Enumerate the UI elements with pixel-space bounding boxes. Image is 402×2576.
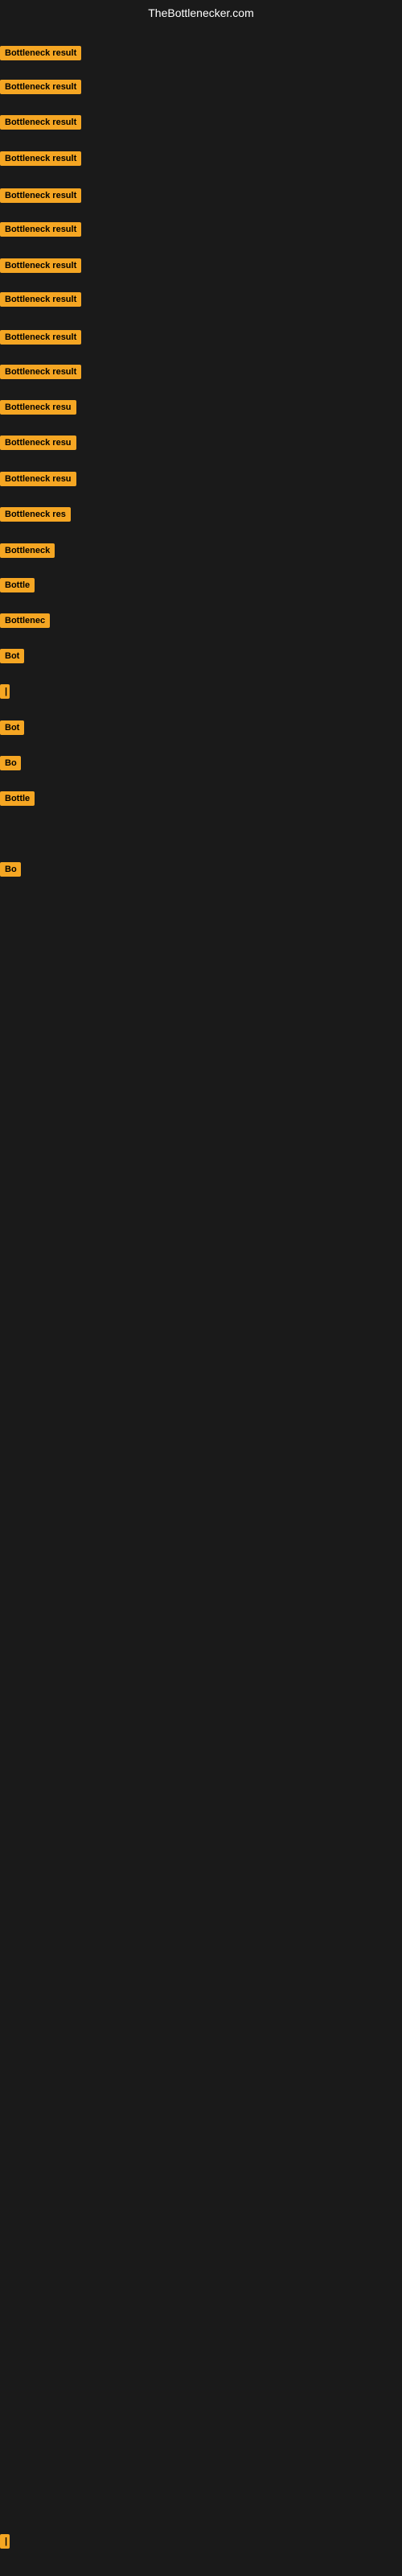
badge-container-8: Bottleneck result — [0, 292, 81, 311]
badge-container-2: Bottleneck result — [0, 80, 81, 98]
bottleneck-result-badge-7[interactable]: Bottleneck result — [0, 258, 81, 273]
badge-container-17: Bottlenec — [0, 613, 50, 632]
bottleneck-result-badge-13[interactable]: Bottleneck resu — [0, 472, 76, 486]
badge-container-1: Bottleneck result — [0, 46, 81, 64]
badge-container-9: Bottleneck result — [0, 330, 81, 349]
badge-container-21: Bo — [0, 756, 21, 774]
bottleneck-result-badge-10[interactable]: Bottleneck result — [0, 365, 81, 379]
badge-container-7: Bottleneck result — [0, 258, 81, 277]
bottleneck-result-badge-12[interactable]: Bottleneck resu — [0, 436, 76, 450]
bottleneck-result-badge-4[interactable]: Bottleneck result — [0, 151, 81, 166]
badge-container-20: Bot — [0, 720, 24, 739]
badge-container-12: Bottleneck resu — [0, 436, 76, 454]
site-title: TheBottlenecker.com — [0, 0, 402, 26]
badge-container-11: Bottleneck resu — [0, 400, 76, 419]
bottleneck-result-badge-20[interactable]: Bot — [0, 720, 24, 735]
bottleneck-result-badge-5[interactable]: Bottleneck result — [0, 188, 81, 203]
badge-container-4: Bottleneck result — [0, 151, 81, 170]
bottleneck-result-badge-9[interactable]: Bottleneck result — [0, 330, 81, 345]
bottleneck-result-badge-21[interactable]: Bo — [0, 756, 21, 770]
badge-container-19: | — [0, 684, 10, 703]
badge-container-13: Bottleneck resu — [0, 472, 76, 490]
bottleneck-result-badge-14[interactable]: Bottleneck res — [0, 507, 71, 522]
bottleneck-result-badge-19[interactable]: | — [0, 684, 10, 699]
bottleneck-result-badge-18[interactable]: Bot — [0, 649, 24, 663]
bottleneck-result-badge-17[interactable]: Bottlenec — [0, 613, 50, 628]
bottleneck-result-badge-1[interactable]: Bottleneck result — [0, 46, 81, 60]
bottleneck-result-badge-23[interactable]: Bo — [0, 862, 21, 877]
badge-container-3: Bottleneck result — [0, 115, 81, 134]
bottleneck-result-badge-16[interactable]: Bottle — [0, 578, 35, 592]
bottleneck-result-badge-22[interactable]: Bottle — [0, 791, 35, 806]
badge-container-24: | — [0, 2534, 10, 2553]
badge-container-15: Bottleneck — [0, 543, 55, 562]
badge-container-22: Bottle — [0, 791, 35, 810]
badge-container-6: Bottleneck result — [0, 222, 81, 241]
bottleneck-result-badge-6[interactable]: Bottleneck result — [0, 222, 81, 237]
bottleneck-result-badge-3[interactable]: Bottleneck result — [0, 115, 81, 130]
badge-container-5: Bottleneck result — [0, 188, 81, 207]
badge-container-16: Bottle — [0, 578, 35, 597]
bottleneck-result-badge-11[interactable]: Bottleneck resu — [0, 400, 76, 415]
badge-container-18: Bot — [0, 649, 24, 667]
bottleneck-result-badge-24[interactable]: | — [0, 2534, 10, 2549]
badge-container-14: Bottleneck res — [0, 507, 71, 526]
bottleneck-result-badge-15[interactable]: Bottleneck — [0, 543, 55, 558]
bottleneck-result-badge-8[interactable]: Bottleneck result — [0, 292, 81, 307]
bottleneck-result-badge-2[interactable]: Bottleneck result — [0, 80, 81, 94]
badge-container-23: Bo — [0, 862, 21, 881]
badge-container-10: Bottleneck result — [0, 365, 81, 383]
